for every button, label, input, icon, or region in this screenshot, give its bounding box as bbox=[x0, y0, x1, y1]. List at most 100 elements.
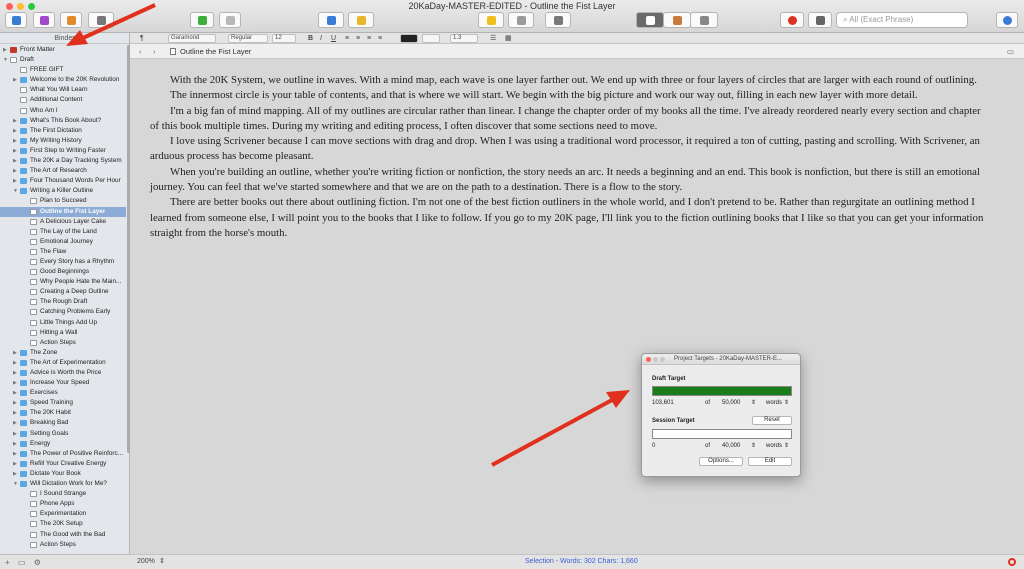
underline-button[interactable]: U bbox=[331, 34, 336, 43]
binder-item[interactable]: The Good with the Bad bbox=[0, 530, 126, 540]
binder-item[interactable]: The Rough Draft bbox=[0, 297, 126, 307]
binder-item[interactable]: Little Things Add Up bbox=[0, 318, 126, 328]
add-item-icon[interactable]: + bbox=[5, 558, 10, 567]
binder-item[interactable]: ▶ Refill Your Creative Energy bbox=[0, 459, 126, 469]
disclosure-closed-icon[interactable]: ▶ bbox=[3, 45, 7, 55]
draft-goal-stepper[interactable]: ⇕ bbox=[751, 399, 756, 406]
binder-item[interactable]: ▼ Will Dictation Work for Me? bbox=[0, 479, 126, 489]
quick-reference-button[interactable] bbox=[60, 12, 82, 28]
binder-item[interactable]: ▶ The Zone bbox=[0, 348, 126, 358]
disclosure-closed-icon[interactable]: ▶ bbox=[13, 449, 17, 459]
session-unit-select[interactable]: words bbox=[766, 443, 782, 449]
binder-item[interactable]: Hitting a Wall bbox=[0, 328, 126, 338]
binder-item[interactable]: Additional Content bbox=[0, 95, 126, 105]
find-button[interactable] bbox=[808, 12, 832, 28]
line-spacing-select[interactable]: 1.3 bbox=[450, 34, 478, 43]
zoom-select[interactable]: 200% bbox=[137, 555, 155, 569]
binder-item[interactable]: ▶ Energy bbox=[0, 439, 126, 449]
editor-area[interactable]: With the 20K System, we outline in waves… bbox=[130, 59, 1024, 554]
align-left-icon[interactable]: ≡ bbox=[345, 34, 349, 43]
binder-item[interactable]: Plan to Succeed bbox=[0, 196, 126, 206]
zoom-stepper-icon[interactable]: ⇕ bbox=[159, 555, 165, 569]
binder-item[interactable]: Every Story has a Rhythm bbox=[0, 257, 126, 267]
gear-icon[interactable]: ⚙ bbox=[34, 558, 41, 567]
table-icon[interactable]: ▦ bbox=[505, 34, 512, 43]
disclosure-closed-icon[interactable]: ▶ bbox=[13, 116, 17, 126]
binder-item[interactable]: Who Am I bbox=[0, 106, 126, 116]
back-icon[interactable]: ‹ bbox=[139, 44, 142, 59]
target-icon[interactable] bbox=[1008, 558, 1016, 566]
binder-item[interactable]: Good Beginnings bbox=[0, 267, 126, 277]
view-mode-button[interactable] bbox=[88, 12, 114, 28]
binder-item[interactable]: Action Steps bbox=[0, 338, 126, 348]
binder-toggle-button[interactable] bbox=[5, 12, 27, 28]
highlight-color-swatch[interactable] bbox=[422, 34, 440, 43]
binder-item[interactable]: ▶ The Power of Positive Reinforc... bbox=[0, 449, 126, 459]
disclosure-closed-icon[interactable]: ▶ bbox=[13, 156, 17, 166]
disclosure-closed-icon[interactable]: ▶ bbox=[13, 348, 17, 358]
binder-item[interactable]: ▼ Draft bbox=[0, 55, 126, 65]
trash-button[interactable] bbox=[219, 12, 241, 28]
paragraph-style-icon[interactable]: ¶ bbox=[140, 34, 144, 43]
split-editor-icon[interactable]: ▭ bbox=[1007, 44, 1014, 59]
draft-unit-chevron-icon[interactable]: ⇕ bbox=[784, 399, 789, 406]
disclosure-open-icon[interactable]: ▼ bbox=[3, 55, 8, 65]
font-weight-select[interactable]: Regular bbox=[228, 34, 268, 43]
disclosure-open-icon[interactable]: ▼ bbox=[13, 479, 18, 489]
editor-text[interactable]: With the 20K System, we outline in waves… bbox=[150, 73, 984, 241]
binder-item[interactable]: ▶ Front Matter bbox=[0, 45, 126, 55]
panel-minimize-button[interactable] bbox=[653, 357, 658, 362]
targets-button[interactable] bbox=[780, 12, 804, 28]
binder-item[interactable]: Creating a Deep Outline bbox=[0, 287, 126, 297]
disclosure-closed-icon[interactable]: ▶ bbox=[13, 126, 17, 136]
editor-paragraph[interactable]: There are better books out there about o… bbox=[150, 195, 984, 241]
collections-button[interactable] bbox=[33, 12, 55, 28]
justify-icon[interactable]: ≡ bbox=[378, 34, 382, 43]
compile-button[interactable] bbox=[318, 12, 344, 28]
binder-item[interactable]: ▶ Speed Training bbox=[0, 398, 126, 408]
group-mode-document-button[interactable] bbox=[636, 12, 664, 28]
binder-item[interactable]: ▶ My Writing History bbox=[0, 136, 126, 146]
list-icon[interactable]: ☰ bbox=[490, 34, 496, 43]
disclosure-closed-icon[interactable]: ▶ bbox=[13, 439, 17, 449]
align-right-icon[interactable]: ≡ bbox=[367, 34, 371, 43]
editor-paragraph[interactable]: With the 20K System, we outline in waves… bbox=[150, 73, 984, 88]
inspector-button[interactable] bbox=[996, 12, 1018, 28]
binder-item[interactable]: The Flaw bbox=[0, 247, 126, 257]
session-goal-field[interactable]: 40,000 bbox=[722, 443, 740, 449]
draft-unit-select[interactable]: words bbox=[766, 400, 782, 406]
group-mode-outline-button[interactable] bbox=[690, 12, 718, 28]
session-unit-chevron-icon[interactable]: ⇕ bbox=[784, 442, 789, 449]
disclosure-closed-icon[interactable]: ▶ bbox=[13, 166, 17, 176]
reset-button[interactable]: Reset bbox=[752, 416, 792, 425]
disclosure-closed-icon[interactable]: ▶ bbox=[13, 459, 17, 469]
forward-icon[interactable]: › bbox=[153, 44, 156, 59]
comment-button[interactable] bbox=[478, 12, 504, 28]
binder-item[interactable]: ▶ Four Thousand Words Per Hour bbox=[0, 176, 126, 186]
disclosure-closed-icon[interactable]: ▶ bbox=[13, 398, 17, 408]
binder-item[interactable]: What You Will Learn bbox=[0, 85, 126, 95]
options-button[interactable]: Options... bbox=[699, 457, 743, 466]
binder-item[interactable]: I Sound Strange bbox=[0, 489, 126, 499]
binder-item[interactable]: Outline the Fist Layer bbox=[0, 206, 126, 217]
disclosure-closed-icon[interactable]: ▶ bbox=[13, 368, 17, 378]
binder-item[interactable]: ▶ Exercises bbox=[0, 388, 126, 398]
draft-goal-field[interactable]: 50,000 bbox=[722, 400, 740, 406]
binder-item[interactable]: ▶ Welcome to the 20K Revolution bbox=[0, 75, 126, 85]
font-family-select[interactable]: Garamond bbox=[168, 34, 216, 43]
edit-button[interactable]: Edit bbox=[748, 457, 792, 466]
binder-item[interactable]: FREE GIFT bbox=[0, 65, 126, 75]
binder-item[interactable]: ▶ Advice is Worth the Price bbox=[0, 368, 126, 378]
binder-item[interactable]: ▶ The Art of Research bbox=[0, 166, 126, 176]
disclosure-closed-icon[interactable]: ▶ bbox=[13, 378, 17, 388]
binder-item[interactable]: Why People Hate the Main... bbox=[0, 277, 126, 287]
binder-item[interactable]: Experimentation bbox=[0, 509, 126, 519]
disclosure-closed-icon[interactable]: ▶ bbox=[13, 469, 17, 479]
disclosure-closed-icon[interactable]: ▶ bbox=[13, 418, 17, 428]
editor-paragraph[interactable]: I love using Scrivener because I can mov… bbox=[150, 134, 984, 165]
search-input[interactable]: ⌕ All (Exact Phrase) bbox=[836, 12, 968, 28]
text-color-swatch[interactable] bbox=[400, 34, 418, 43]
italic-button[interactable]: I bbox=[320, 34, 322, 43]
binder-item[interactable]: The Lay of the Land bbox=[0, 227, 126, 237]
binder-item[interactable]: ▶ Setting Goals bbox=[0, 429, 126, 439]
